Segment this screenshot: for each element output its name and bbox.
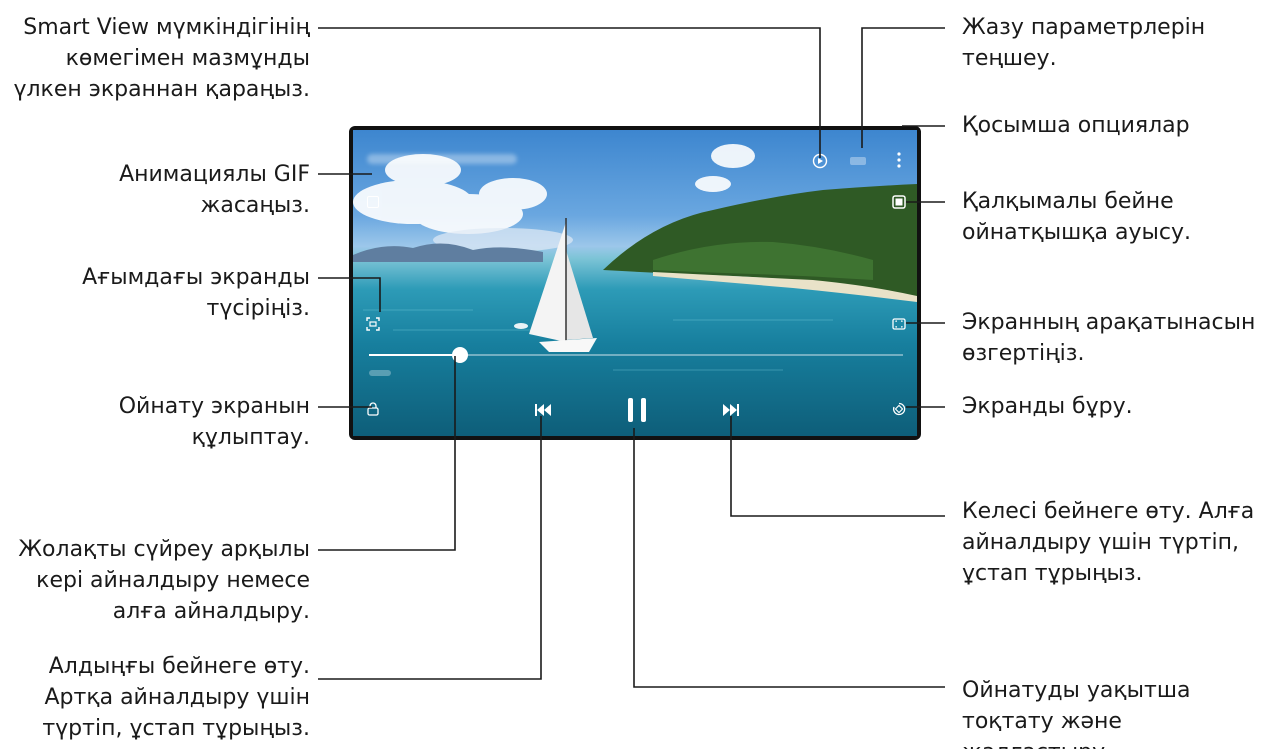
- video-player-help-figure: Smart View мүмкіндігінің көмегімен мазмұ…: [0, 0, 1272, 749]
- screen-ratio-icon[interactable]: [891, 316, 907, 332]
- previous-icon[interactable]: [533, 402, 553, 418]
- callout-previous: Алдыңғы бейнеге өту. Артқа айналдыру үші…: [42, 654, 310, 741]
- elapsed-time-blur: [369, 370, 391, 376]
- phone-screen: [349, 126, 921, 440]
- callout-rotate: Экранды бұру.: [962, 394, 1133, 419]
- seek-bar-progress: [369, 354, 460, 356]
- next-icon[interactable]: [721, 402, 741, 418]
- callout-screen-ratio: Экранның арақатынасын өзгертіңіз.: [962, 310, 1256, 366]
- video-frame[interactable]: [353, 130, 917, 436]
- callout-smart-view: Smart View мүмкіндігінің көмегімен мазмұ…: [13, 15, 310, 102]
- callout-record-settings: Жазу параметрлерін теңшеу.: [962, 15, 1206, 71]
- rotate-icon[interactable]: [891, 401, 907, 417]
- smart-view-icon[interactable]: [811, 152, 829, 170]
- more-options-icon[interactable]: [893, 150, 905, 170]
- callout-more-options: Қосымша опциялар: [962, 113, 1190, 138]
- gif-icon[interactable]: [365, 194, 381, 210]
- callout-popup-player: Қалқымалы бейне ойнатқышқа ауысу.: [962, 189, 1191, 245]
- video-scene: [353, 144, 917, 371]
- capture-icon[interactable]: [365, 316, 381, 332]
- callout-capture: Ағымдағы экранды түсіріңіз.: [82, 265, 310, 321]
- callout-seek: Жолақты сүйреу арқылы кері айналдыру нем…: [18, 537, 310, 624]
- hdr-icon[interactable]: [849, 156, 867, 166]
- seek-bar[interactable]: [369, 347, 903, 363]
- seek-bar-thumb[interactable]: [451, 347, 468, 363]
- lock-icon[interactable]: [365, 401, 381, 417]
- callout-gif: Анимациялы GIF жасаңыз.: [119, 162, 310, 218]
- callout-next: Келесі бейнеге өту. Алға айналдыру үшін …: [962, 499, 1255, 586]
- popup-player-icon[interactable]: [891, 194, 907, 210]
- video-title-blur: [367, 154, 517, 164]
- callout-pause: Ойнатуды уақытша тоқтату және жалғастыру…: [962, 678, 1191, 749]
- pause-icon[interactable]: [625, 396, 649, 424]
- callout-lock: Ойнату экранын құлыптау.: [118, 394, 310, 450]
